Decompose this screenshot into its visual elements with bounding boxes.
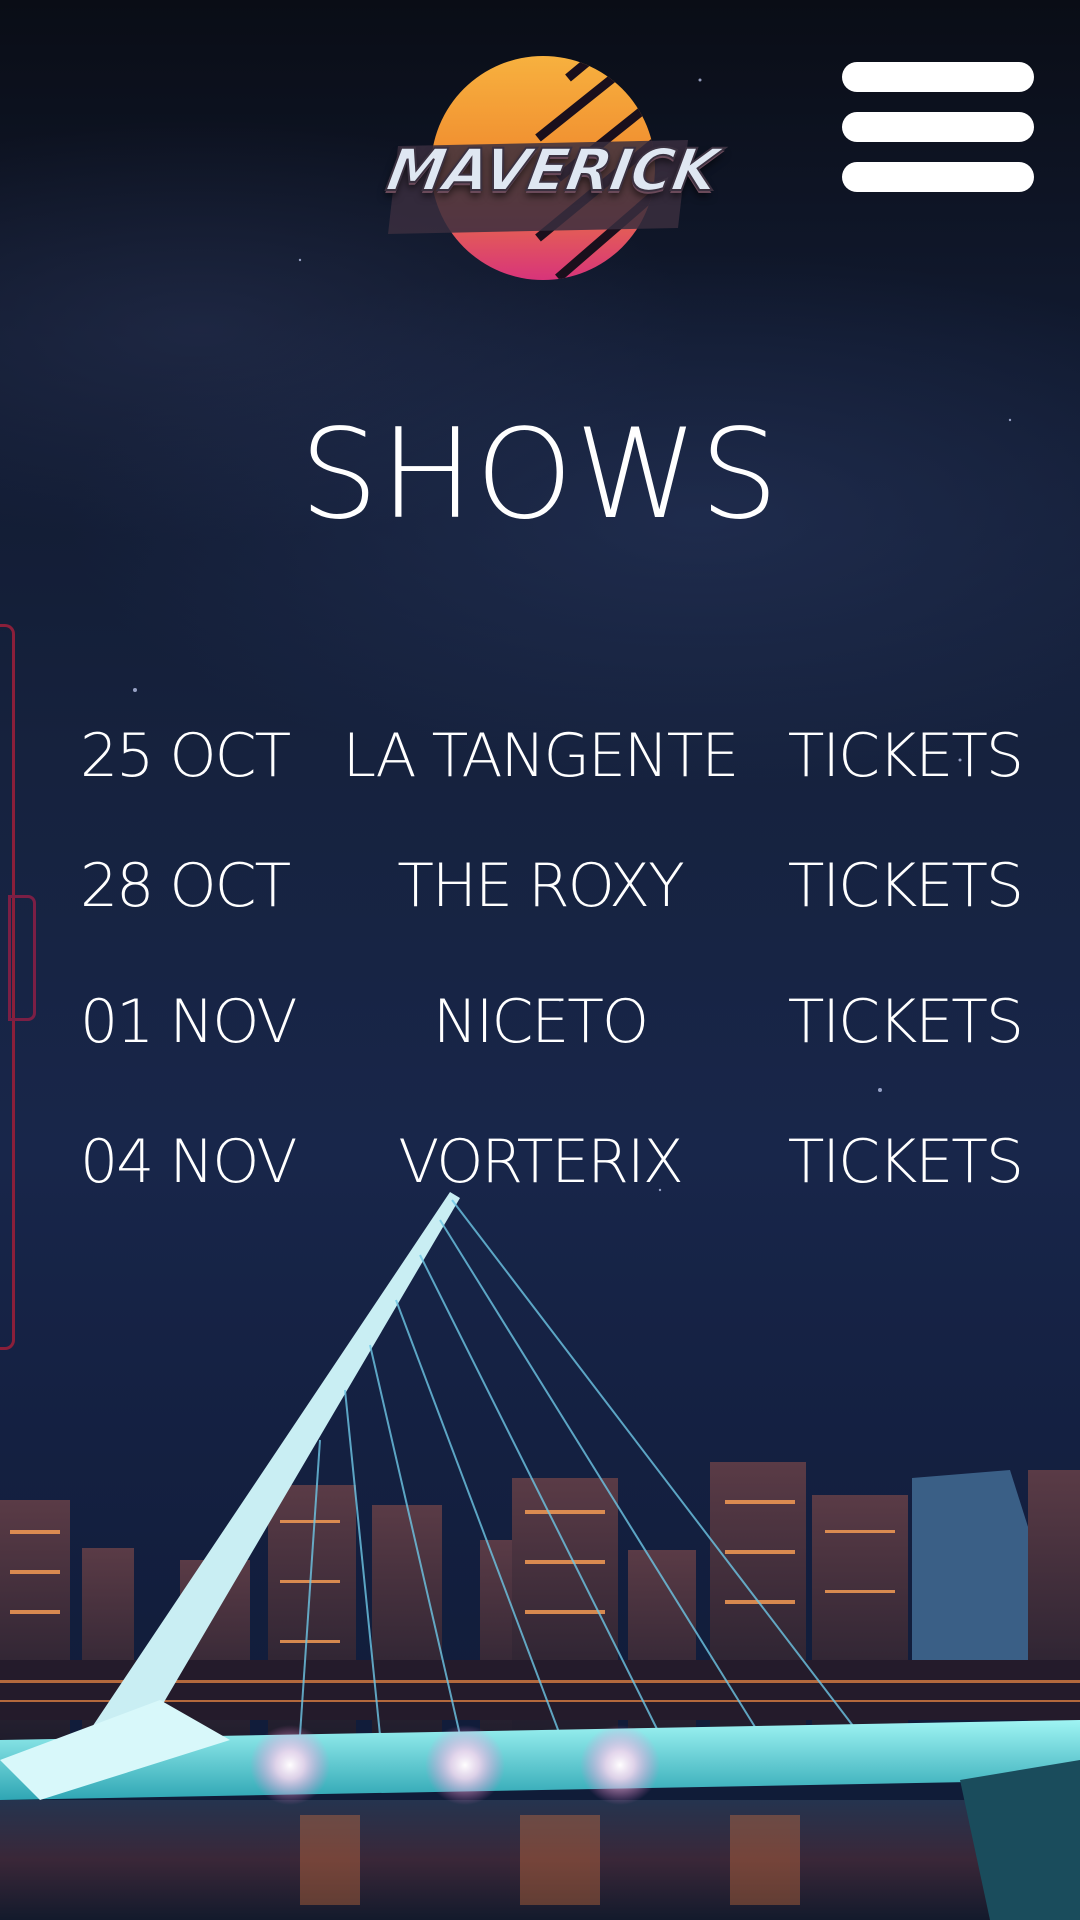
show-row: 28 OCT THE ROXY TICKETS xyxy=(0,846,1080,926)
show-venue: THE ROXY xyxy=(397,851,685,921)
show-date: 25 OCT xyxy=(80,721,291,791)
menu-bar-middle xyxy=(842,112,1034,142)
tickets-link[interactable]: TICKETS xyxy=(788,982,1024,1062)
show-date: 01 NOV xyxy=(80,987,298,1057)
maverick-logo[interactable]: MAVERICK xyxy=(381,48,724,288)
page-title: SHOWS xyxy=(299,403,781,547)
logo-wordmark: MAVERICK xyxy=(381,135,724,205)
tickets-link[interactable]: TICKETS xyxy=(788,716,1024,796)
show-row: 04 NOV VORTERIX TICKETS xyxy=(0,1122,1080,1202)
show-venue: VORTERIX xyxy=(398,1127,684,1197)
tickets-link[interactable]: TICKETS xyxy=(788,846,1024,926)
menu-bar-bottom xyxy=(842,162,1034,192)
tickets-link[interactable]: TICKETS xyxy=(788,1122,1024,1202)
show-date: 04 NOV xyxy=(80,1127,298,1197)
show-row: 01 NOV NICETO TICKETS xyxy=(0,982,1080,1062)
show-row: 25 OCT LA TANGENTE TICKETS xyxy=(0,716,1080,796)
show-venue: LA TANGENTE xyxy=(342,721,740,791)
show-venue: NICETO xyxy=(432,987,649,1057)
hamburger-menu-icon[interactable] xyxy=(842,62,1034,192)
show-date: 28 OCT xyxy=(80,851,291,921)
menu-bar-top xyxy=(842,62,1034,92)
